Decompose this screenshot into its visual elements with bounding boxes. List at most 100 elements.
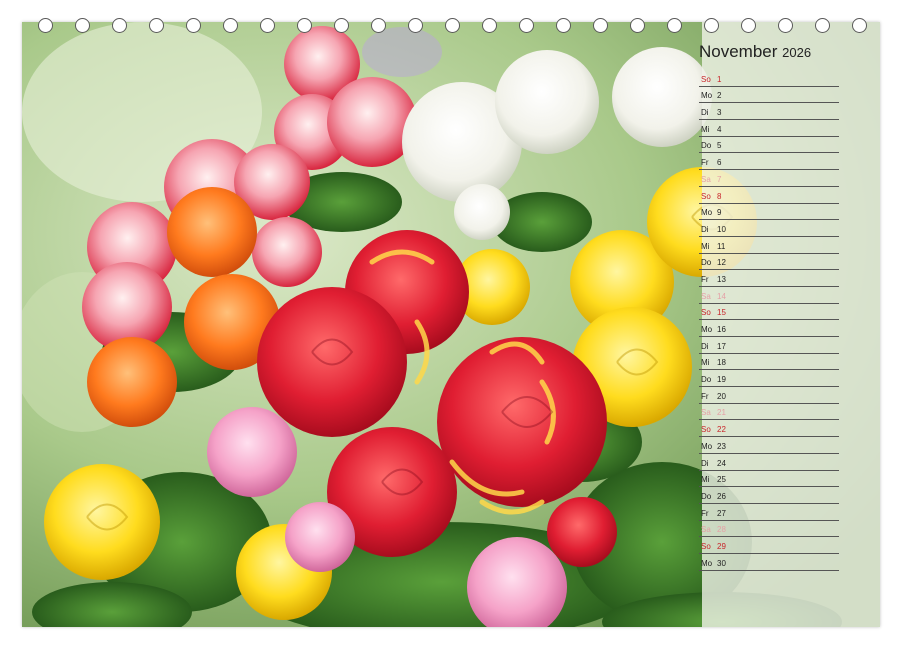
day-row: Di 3 bbox=[699, 103, 839, 121]
day-row: Fr 6 bbox=[699, 153, 839, 171]
weekday-label: Fr bbox=[701, 391, 709, 401]
weekday-label: So bbox=[701, 425, 711, 435]
day-number: 25 bbox=[717, 475, 726, 485]
binding-hole bbox=[445, 18, 460, 33]
day-number: 11 bbox=[717, 241, 726, 251]
day-number: 19 bbox=[717, 375, 726, 385]
day-row: Di 10 bbox=[699, 220, 839, 237]
weekday-label: Di bbox=[701, 224, 709, 234]
day-number: 20 bbox=[717, 391, 726, 401]
weekday-label: Mo bbox=[701, 441, 713, 451]
weekday-label: Sa bbox=[701, 408, 711, 418]
weekday-label: Mi bbox=[701, 124, 710, 134]
day-number: 18 bbox=[717, 358, 726, 368]
binding-hole bbox=[593, 18, 608, 33]
day-number: 23 bbox=[717, 441, 726, 451]
day-number: 6 bbox=[717, 158, 722, 168]
day-number: 2 bbox=[717, 91, 722, 101]
weekday-label: Do bbox=[701, 141, 712, 151]
day-row: So 22 bbox=[699, 420, 839, 438]
day-number: 22 bbox=[717, 425, 726, 435]
day-number: 3 bbox=[717, 108, 722, 118]
weekday-label: Mo bbox=[701, 208, 713, 218]
weekday-label: Do bbox=[701, 491, 712, 501]
day-row: So 8 bbox=[699, 187, 839, 204]
day-number: 5 bbox=[717, 141, 722, 151]
day-number: 13 bbox=[717, 274, 726, 284]
day-row: Fr 20 bbox=[699, 387, 839, 404]
day-number: 28 bbox=[717, 525, 726, 535]
binding-hole bbox=[852, 18, 867, 33]
weekday-label: So bbox=[701, 308, 711, 318]
weekday-label: Di bbox=[701, 458, 709, 468]
day-row: Mi 18 bbox=[699, 354, 839, 371]
month-title: November 2026 bbox=[699, 42, 811, 62]
day-row: Do 5 bbox=[699, 137, 839, 154]
day-row: So 1 bbox=[699, 70, 839, 87]
day-row: So 29 bbox=[699, 537, 839, 554]
day-number: 30 bbox=[717, 558, 726, 568]
spiral-binding-holes bbox=[0, 0, 867, 40]
binding-hole bbox=[556, 18, 571, 33]
binding-hole bbox=[149, 18, 164, 33]
day-number: 24 bbox=[717, 458, 726, 468]
weekday-label: Sa bbox=[701, 291, 711, 301]
day-row: Mo 30 bbox=[699, 554, 839, 571]
weekday-label: Sa bbox=[701, 525, 711, 535]
day-row: Do 26 bbox=[699, 487, 839, 504]
binding-hole bbox=[815, 18, 830, 33]
day-row: So 15 bbox=[699, 304, 839, 321]
weekday-label: Mo bbox=[701, 558, 713, 568]
day-row: Mi 11 bbox=[699, 237, 839, 254]
day-number: 8 bbox=[717, 191, 722, 201]
day-row: Mi 4 bbox=[699, 120, 839, 137]
day-row: Mo 16 bbox=[699, 320, 839, 337]
month-name: November bbox=[699, 42, 778, 61]
day-number: 29 bbox=[717, 541, 726, 551]
day-row: Do 12 bbox=[699, 254, 839, 271]
day-row: Mo 9 bbox=[699, 204, 839, 221]
day-row: Sa 21 bbox=[699, 404, 839, 421]
day-number: 4 bbox=[717, 124, 722, 134]
day-number: 14 bbox=[717, 291, 726, 301]
binding-hole bbox=[112, 18, 127, 33]
binding-hole bbox=[482, 18, 497, 33]
day-row: Mo 23 bbox=[699, 437, 839, 454]
day-row: Sa 7 bbox=[699, 170, 839, 187]
binding-hole bbox=[223, 18, 238, 33]
day-number: 1 bbox=[717, 74, 722, 84]
weekday-label: Mo bbox=[701, 91, 713, 101]
binding-hole bbox=[371, 18, 386, 33]
day-row: Di 24 bbox=[699, 454, 839, 471]
binding-hole bbox=[630, 18, 645, 33]
binding-hole bbox=[778, 18, 793, 33]
day-row: Mi 25 bbox=[699, 471, 839, 488]
day-number: 17 bbox=[717, 341, 726, 351]
weekday-label: Mi bbox=[701, 358, 710, 368]
day-number: 26 bbox=[717, 491, 726, 501]
weekday-label: Do bbox=[701, 258, 712, 268]
weekday-label: Mi bbox=[701, 241, 710, 251]
day-number: 27 bbox=[717, 508, 726, 518]
weekday-label: So bbox=[701, 541, 711, 551]
binding-hole bbox=[75, 18, 90, 33]
weekday-label: Mo bbox=[701, 325, 713, 334]
day-number: 15 bbox=[717, 308, 726, 318]
weekday-label: So bbox=[701, 74, 711, 84]
weekday-label: So bbox=[701, 191, 711, 201]
weekday-label: Di bbox=[701, 108, 709, 118]
day-row: Mo 2 bbox=[699, 87, 839, 104]
binding-hole bbox=[704, 18, 719, 33]
day-number: 12 bbox=[717, 258, 726, 268]
binding-hole bbox=[519, 18, 534, 33]
weekday-label: Do bbox=[701, 375, 712, 385]
weekday-label: Fr bbox=[701, 158, 709, 168]
day-row: Do 19 bbox=[699, 370, 839, 388]
day-list: So 1 Mo 2 Di 3 Mi 4 Do 5 Fr 6 Sa 7 So 8 Mo 9 Di 10 Mi 11 Do 12 F… bbox=[699, 70, 839, 571]
binding-hole bbox=[260, 18, 275, 33]
year-label: 2026 bbox=[782, 45, 812, 60]
day-number: 7 bbox=[717, 174, 722, 184]
day-number: 9 bbox=[717, 208, 722, 218]
day-row: Di 17 bbox=[699, 337, 839, 354]
day-row: Sa 28 bbox=[699, 521, 839, 538]
